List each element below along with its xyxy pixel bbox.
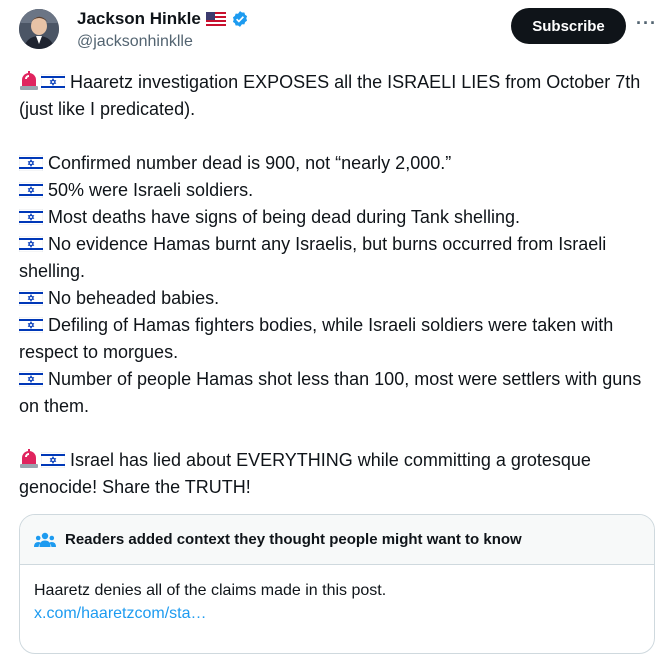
community-note-text: Haaretz denies all of the claims made in… [34,582,387,599]
community-note-header[interactable]: Readers added context they thought peopl… [20,515,654,565]
tweet-line: 50% were Israeli soldiers. [18,177,659,204]
us-flag-icon [205,12,226,26]
tweet-line-text: Israel has lied about EVERYTHING while c… [19,450,591,497]
israel-flag-icon [18,179,44,199]
community-note-link[interactable]: x.com/haaretzcom/sta… [34,602,654,625]
verified-badge-icon[interactable] [231,10,249,28]
tweet-line: Confirmed number dead is 900, not “nearl… [18,150,659,177]
israel-flag-icon [18,206,44,226]
community-note: Readers added context they thought peopl… [19,514,655,654]
tweet-line-text: No beheaded babies. [48,288,220,308]
tweet-line-text: No evidence Hamas burnt any Israelis, bu… [19,234,607,281]
tweet-line-text: Confirmed number dead is 900, not “nearl… [48,153,452,173]
tweet-line: Number of people Hamas shot less than 10… [18,366,659,420]
community-note-body: Haaretz denies all of the claims made in… [20,565,654,625]
community-note-title: Readers added context they thought peopl… [65,531,522,548]
author-avatar[interactable] [19,9,59,49]
israel-flag-icon [18,287,44,307]
siren-icon [19,71,39,90]
israel-flag-icon [18,314,44,334]
tweet-line-text: Number of people Hamas shot less than 10… [19,369,642,416]
more-options-icon[interactable]: ··· [636,13,657,34]
israel-flag-icon [18,368,44,388]
tweet-line: Defiling of Hamas fighters bodies, while… [18,312,659,366]
israel-flag-icon [40,449,66,469]
tweet-line-text: Defiling of Hamas fighters bodies, while… [19,315,614,362]
author-handle[interactable]: @jacksonhinklle [77,33,193,51]
tweet-line-text: 50% were Israeli soldiers. [48,180,254,200]
tweet-line: No evidence Hamas burnt any Israelis, bu… [18,231,659,285]
author-name[interactable]: Jackson Hinkle [77,9,201,29]
israel-flag-icon [18,152,44,172]
tweet-line-text: Haaretz investigation EXPOSES all the IS… [19,72,641,119]
israel-flag-icon [18,233,44,253]
tweet-line: Haaretz investigation EXPOSES all the IS… [19,69,659,123]
tweet-line-text: Most deaths have signs of being dead dur… [48,207,520,227]
tweet-line: Israel has lied about EVERYTHING while c… [19,447,659,501]
people-icon [34,531,56,549]
subscribe-button[interactable]: Subscribe [511,8,626,44]
tweet-line: No beheaded babies. [18,285,659,312]
tweet-text: Haaretz investigation EXPOSES all the IS… [18,69,659,501]
tweet-line: Most deaths have signs of being dead dur… [18,204,659,231]
israel-flag-icon [40,71,66,91]
siren-icon [19,449,39,468]
author-name-row[interactable]: Jackson Hinkle [77,9,249,29]
